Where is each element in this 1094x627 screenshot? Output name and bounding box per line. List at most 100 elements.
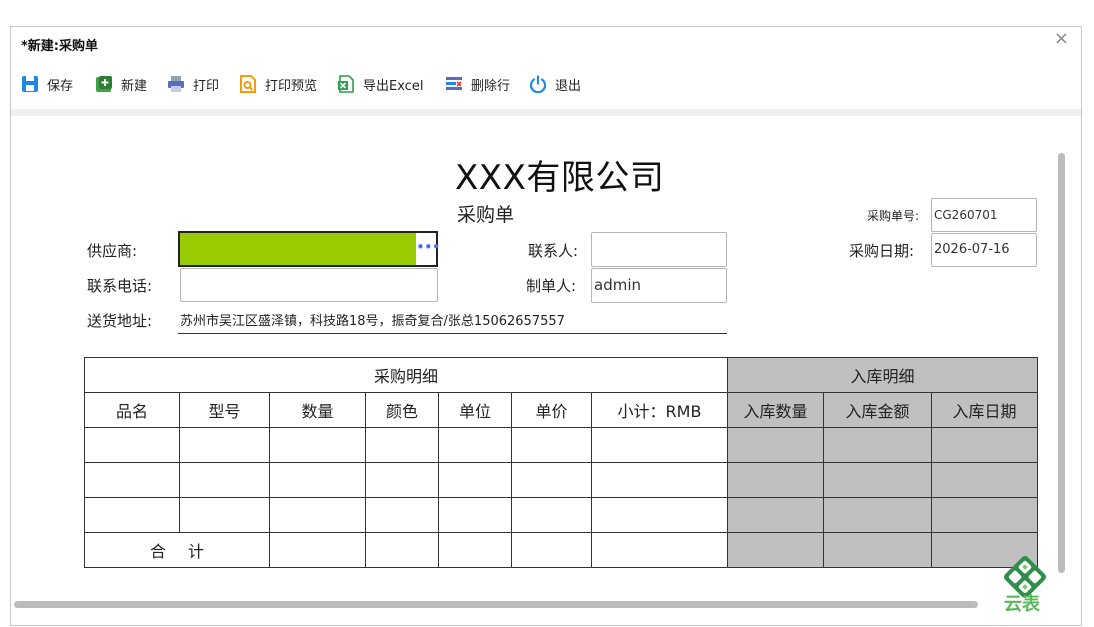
contact-field[interactable] [591, 232, 727, 267]
new-icon [96, 76, 112, 92]
power-icon [529, 75, 547, 93]
exit-label: 退出 [555, 78, 582, 94]
table-cell[interactable] [269, 497, 366, 533]
toolbar: 保存 新建 打印 打印预览 导出Excel 删除行 退出 [11, 71, 1081, 99]
print-preview-label: 打印预览 [265, 78, 318, 94]
table-cell[interactable] [179, 497, 270, 533]
phone-field[interactable] [180, 268, 438, 302]
form-subtitle: 采购单 [457, 204, 515, 226]
table-cell[interactable] [727, 462, 824, 498]
col-header-model: 型号 [179, 392, 270, 428]
table-cell[interactable] [365, 462, 439, 498]
form-canvas: XXX有限公司 采购单 采购单号: CG260701 供应商: ••• 联系人:… [11, 116, 1083, 627]
new-label: 新建 [121, 78, 148, 94]
exit-button[interactable]: 退出 [529, 71, 581, 97]
table-cell [438, 532, 512, 568]
table-cell[interactable] [438, 497, 512, 533]
excel-icon [338, 75, 354, 93]
close-icon[interactable]: × [1054, 29, 1069, 49]
col-header-item-name: 品名 [84, 392, 180, 428]
print-preview-button[interactable]: 打印预览 [239, 71, 317, 97]
export-excel-label: 导出Excel [363, 78, 424, 94]
total-label: 合计 [84, 532, 270, 568]
table-cell[interactable] [511, 427, 592, 463]
address-label: 送货地址: [87, 312, 153, 330]
printer-icon [168, 76, 184, 92]
detail-table: 采购明细 入库明细 品名 型号 数量 颜色 单位 单价 小计：RMB 入库数量 … [84, 357, 1038, 568]
total-row: 合计 [84, 532, 1038, 568]
total-quantity-cell[interactable] [269, 532, 366, 568]
table-cell[interactable] [931, 497, 1038, 533]
logo-text: 云表 [1004, 594, 1040, 615]
column-header-row: 品名 型号 数量 颜色 单位 单价 小计：RMB 入库数量 入库金额 入库日期 [84, 392, 1038, 428]
supplier-lookup-button[interactable]: ••• [416, 233, 441, 265]
save-icon [22, 76, 38, 92]
save-label: 保存 [47, 78, 74, 94]
purchase-order-window: *新建:采购单 × 保存 新建 打印 打印预览 导出Excel 删除行 退出 X… [10, 26, 1082, 626]
table-cell[interactable] [179, 427, 270, 463]
col-header-unit: 单位 [438, 392, 512, 428]
new-button[interactable]: 新建 [95, 71, 147, 97]
save-button[interactable]: 保存 [21, 71, 73, 97]
table-cell[interactable] [269, 462, 366, 498]
table-cell[interactable] [591, 497, 728, 533]
table-cell[interactable] [511, 497, 592, 533]
table-cell[interactable] [84, 427, 180, 463]
table-cell[interactable] [823, 462, 932, 498]
delete-row-icon [446, 77, 462, 90]
table-cell[interactable] [931, 427, 1038, 463]
total-subtotal-cell[interactable] [591, 532, 728, 568]
table-cell[interactable] [727, 427, 824, 463]
company-name: XXX有限公司 [455, 158, 665, 198]
export-excel-button[interactable]: 导出Excel [337, 71, 423, 97]
order-no-field[interactable]: CG260701 [931, 198, 1037, 232]
print-button[interactable]: 打印 [167, 71, 219, 97]
section-header-row: 采购明细 入库明细 [84, 357, 1038, 393]
table-cell[interactable] [591, 462, 728, 498]
delete-row-button[interactable]: 删除行 [445, 71, 510, 97]
table-row [84, 427, 1038, 463]
col-header-stock-qty: 入库数量 [727, 392, 824, 428]
toolbar-divider [11, 109, 1081, 116]
supplier-label: 供应商: [87, 242, 138, 260]
table-cell[interactable] [269, 427, 366, 463]
table-cell[interactable] [438, 427, 512, 463]
order-no-label: 采购单号: [867, 209, 920, 223]
table-cell[interactable] [511, 462, 592, 498]
col-header-stock-date: 入库日期 [931, 392, 1038, 428]
creator-field[interactable]: admin [591, 268, 727, 303]
table-cell [511, 532, 592, 568]
col-header-unit-price: 单价 [511, 392, 592, 428]
table-cell[interactable] [84, 497, 180, 533]
table-cell[interactable] [365, 497, 439, 533]
table-cell[interactable] [931, 462, 1038, 498]
window-title: *新建:采购单 [21, 39, 98, 54]
supplier-field[interactable]: ••• [178, 231, 441, 267]
address-field[interactable]: 苏州市吴江区盛泽镇，科技路18号，振奇复合/张总15062657557 [178, 310, 727, 334]
table-cell[interactable] [179, 462, 270, 498]
col-header-stock-amount: 入库金额 [823, 392, 932, 428]
purchase-section-header: 采购明细 [84, 357, 728, 393]
vertical-scrollbar[interactable] [1058, 153, 1065, 573]
table-cell[interactable] [823, 427, 932, 463]
horizontal-scrollbar[interactable] [14, 601, 978, 608]
table-cell[interactable] [727, 497, 824, 533]
table-cell[interactable] [365, 427, 439, 463]
table-cell[interactable] [591, 427, 728, 463]
col-header-subtotal: 小计：RMB [591, 392, 728, 428]
table-cell [823, 532, 932, 568]
table-row [84, 462, 1038, 498]
table-cell [727, 532, 824, 568]
col-header-color: 颜色 [365, 392, 439, 428]
phone-label: 联系电话: [87, 277, 153, 295]
order-date-field[interactable]: 2026-07-16 [931, 233, 1037, 267]
table-cell[interactable] [84, 462, 180, 498]
print-preview-icon [240, 75, 256, 93]
table-row [84, 497, 1038, 533]
table-cell[interactable] [823, 497, 932, 533]
print-label: 打印 [193, 78, 220, 94]
table-cell[interactable] [438, 462, 512, 498]
table-cell [365, 532, 439, 568]
order-date-label: 采购日期: [849, 242, 915, 260]
stock-section-header: 入库明细 [727, 357, 1038, 393]
